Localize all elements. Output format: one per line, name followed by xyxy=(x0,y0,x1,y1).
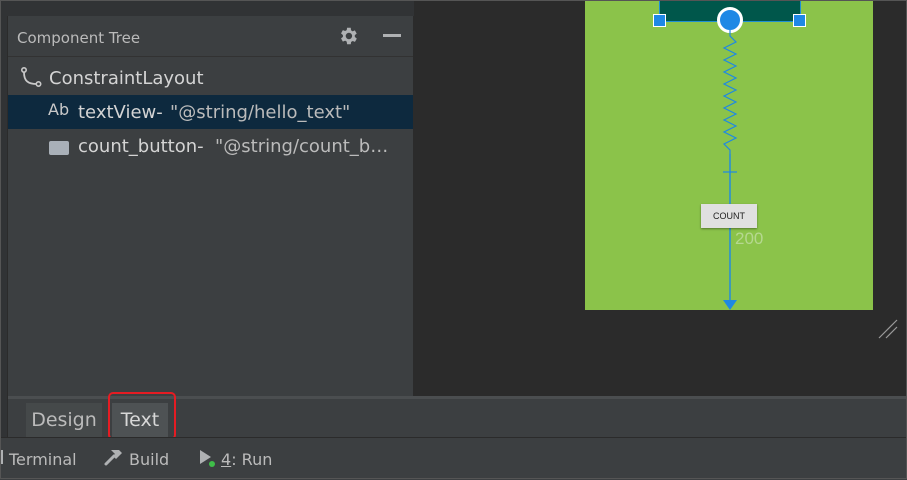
gear-icon[interactable] xyxy=(337,25,359,47)
build-tool-button[interactable]: Build xyxy=(129,450,169,469)
button-widget-icon xyxy=(49,141,69,155)
tree-item-value: "@string/count_b… xyxy=(215,136,389,157)
margin-value-label: 200 xyxy=(735,229,764,248)
text-ab-icon: Ab xyxy=(48,100,70,119)
run-icon xyxy=(200,450,215,467)
tab-design[interactable]: Design xyxy=(26,403,102,437)
resize-handle-left[interactable] xyxy=(653,14,666,27)
layout-preview[interactable]: COUNT 200 xyxy=(585,0,873,310)
terminal-tool-button[interactable]: Terminal xyxy=(9,450,77,469)
panel-title: Component Tree xyxy=(17,29,141,47)
run-mnemonic: 4 xyxy=(221,450,232,469)
tab-highlight-annotation xyxy=(108,392,176,440)
panel-top-gap xyxy=(0,0,414,16)
left-gutter xyxy=(0,0,8,437)
component-tree-header: Component Tree xyxy=(8,16,413,57)
tool-window-bar: Terminal Build 4: Run xyxy=(0,437,907,480)
tree-item-textview[interactable]: Ab textView- "@string/hello_text" xyxy=(8,95,413,129)
tree-item-label: textView- xyxy=(78,102,163,123)
resize-handle-right[interactable] xyxy=(793,14,806,27)
constraint-layout-icon xyxy=(21,67,42,88)
constraint-spring xyxy=(722,30,738,310)
tree-item-label: count_button- xyxy=(78,136,204,157)
canvas-resize-grip-icon[interactable] xyxy=(877,318,899,340)
tree-item-constraintlayout[interactable]: ConstraintLayout xyxy=(8,61,413,95)
tree-item-label: ConstraintLayout xyxy=(49,68,204,89)
count-button-preview[interactable]: COUNT xyxy=(701,204,757,228)
terminal-icon xyxy=(0,450,3,464)
hammer-icon xyxy=(104,450,122,466)
design-canvas[interactable]: COUNT 200 xyxy=(415,0,907,396)
tree-item-count-button[interactable]: count_button- "@string/count_b… xyxy=(8,129,413,163)
tree-item-value: "@string/hello_text" xyxy=(170,102,351,123)
run-tool-button[interactable]: 4: Run xyxy=(221,450,272,469)
run-label: : Run xyxy=(231,450,273,469)
minimize-icon[interactable] xyxy=(383,34,401,37)
component-tree-panel: Component Tree ConstraintLayout Ab textV… xyxy=(8,16,413,396)
